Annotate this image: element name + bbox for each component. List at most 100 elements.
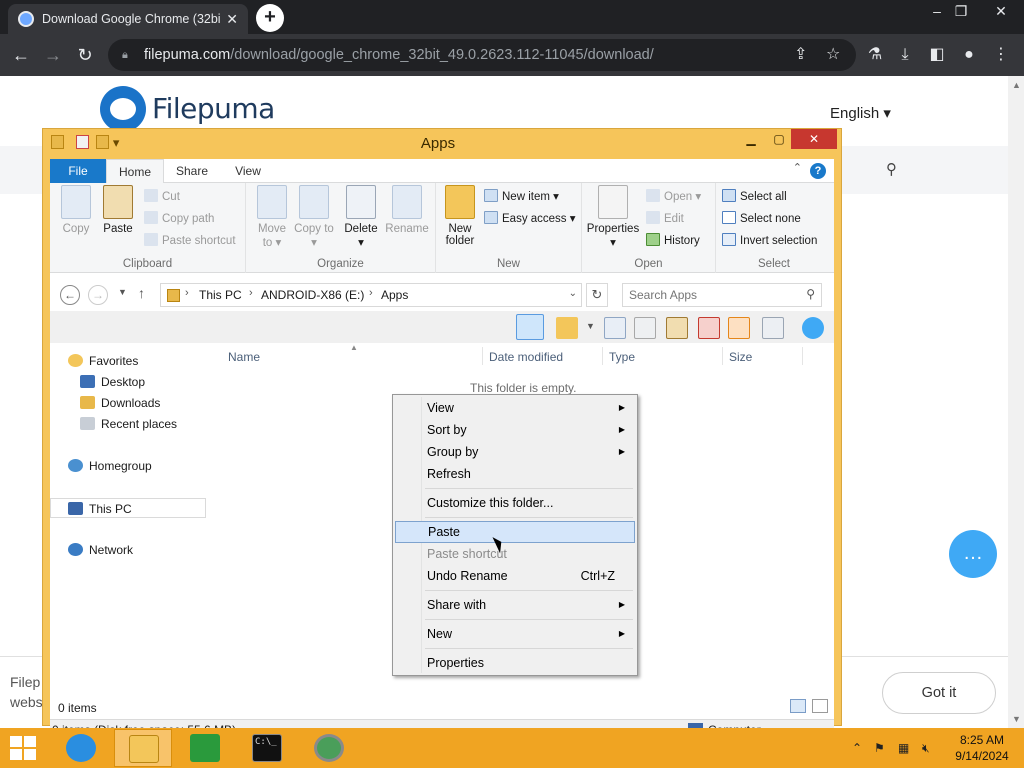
site-logo-text[interactable]: Filepuma bbox=[152, 92, 275, 125]
menu-item-customize-folder[interactable]: Customize this folder... bbox=[395, 492, 635, 514]
restore-icon[interactable]: ❐ bbox=[944, 0, 978, 22]
taskbar-internet-explorer[interactable] bbox=[52, 729, 110, 767]
column-separator[interactable] bbox=[482, 347, 483, 365]
nav-desktop[interactable]: Desktop bbox=[50, 372, 206, 392]
copy-to-button[interactable]: Copy to ▾ bbox=[294, 185, 334, 249]
nav-downloads[interactable]: Downloads bbox=[50, 393, 206, 413]
nav-favorites[interactable]: Favorites bbox=[50, 351, 206, 371]
forward-arrow-icon[interactable]: → bbox=[40, 42, 66, 68]
recent-locations-icon[interactable]: ▼ bbox=[118, 287, 127, 297]
delete-button[interactable]: Delete ▾ bbox=[340, 185, 382, 249]
copy-path-button[interactable]: Copy path bbox=[144, 209, 214, 229]
tab-file[interactable]: File bbox=[50, 159, 106, 183]
site-search-icon[interactable]: ⚲ bbox=[886, 160, 897, 178]
breadcrumb-separator-icon[interactable]: › bbox=[185, 287, 189, 299]
breadcrumb-separator-icon[interactable]: › bbox=[369, 287, 373, 299]
labs-flask-icon[interactable]: ⚗ bbox=[862, 42, 888, 68]
history-button[interactable]: History bbox=[646, 231, 700, 251]
taskbar-store[interactable] bbox=[176, 729, 234, 767]
breadcrumb-this-pc[interactable]: This PC bbox=[199, 288, 242, 302]
network-tray-icon[interactable]: ▦ bbox=[898, 728, 909, 768]
search-apps-box[interactable]: ⚲ bbox=[622, 283, 822, 307]
nav-homegroup[interactable]: Homegroup bbox=[50, 456, 206, 476]
invert-selection-button[interactable]: Invert selection bbox=[722, 231, 817, 251]
help-icon[interactable]: ? bbox=[810, 163, 826, 179]
open-button[interactable]: Open ▾ bbox=[646, 187, 701, 207]
tab-view[interactable]: View bbox=[220, 159, 276, 183]
menu-item-new[interactable]: New ▶ bbox=[395, 623, 635, 645]
copy-button[interactable]: Copy bbox=[56, 185, 96, 235]
new-folder-button[interactable]: New folder bbox=[442, 185, 478, 247]
search-apps-input[interactable] bbox=[629, 285, 799, 305]
side-panel-icon[interactable]: ◧ bbox=[924, 42, 950, 68]
language-selector[interactable]: English ▾ bbox=[830, 104, 891, 122]
start-windows-icon[interactable] bbox=[10, 736, 36, 760]
paste-button[interactable]: Paste bbox=[98, 185, 138, 235]
scroll-down-icon[interactable]: ▼ bbox=[1012, 714, 1021, 724]
bookmark-star-icon[interactable]: ☆ bbox=[826, 39, 840, 71]
search-magnifier-icon[interactable]: ⚲ bbox=[806, 287, 815, 301]
nav-recent-places[interactable]: Recent places bbox=[50, 414, 206, 434]
menu-kebab-icon[interactable]: ⋮ bbox=[988, 42, 1014, 68]
menu-item-sort-by[interactable]: Sort by ▶ bbox=[395, 419, 635, 441]
paste-shortcut-button[interactable]: Paste shortcut bbox=[144, 231, 236, 251]
share-icon[interactable]: ⇪ bbox=[794, 39, 807, 71]
properties-button[interactable]: Properties ▾ bbox=[584, 185, 642, 249]
reload-icon[interactable]: ↻ bbox=[72, 42, 98, 68]
up-arrow-icon[interactable]: ↑ bbox=[138, 285, 145, 301]
column-name[interactable]: Name bbox=[228, 347, 260, 367]
column-date-modified[interactable]: Date modified bbox=[489, 347, 563, 367]
page-scrollbar[interactable]: ▲ ▼ bbox=[1008, 76, 1024, 728]
nav-network[interactable]: Network bbox=[50, 540, 206, 560]
ribbon-collapse-icon[interactable]: ⌃ bbox=[793, 161, 802, 174]
checkmark-icon[interactable] bbox=[728, 317, 750, 339]
browser-tab[interactable]: Download Google Chrome (32bit ✕ bbox=[8, 4, 248, 34]
taskbar-chrome[interactable] bbox=[300, 729, 358, 767]
taskbar-command-prompt[interactable]: C:\_ bbox=[238, 729, 296, 767]
address-dropdown-icon[interactable]: ⌄ bbox=[569, 288, 577, 299]
chat-bubble-icon[interactable]: … bbox=[949, 530, 997, 578]
window-close-icon[interactable]: ✕ bbox=[984, 0, 1018, 22]
explorer-close-icon[interactable]: ✕ bbox=[791, 129, 837, 149]
explorer-address-box[interactable]: › This PC › ANDROID-X86 (E:) › Apps ⌄ bbox=[160, 283, 582, 307]
column-type[interactable]: Type bbox=[609, 347, 635, 367]
got-it-button[interactable]: Got it bbox=[882, 672, 996, 714]
show-hidden-icons-icon[interactable]: ⌃ bbox=[852, 728, 862, 768]
folder-options-dropdown-icon[interactable]: ▼ bbox=[586, 321, 595, 331]
tab-share[interactable]: Share bbox=[164, 159, 220, 183]
cut-button[interactable]: Cut bbox=[144, 187, 180, 207]
rename-button[interactable]: Rename bbox=[384, 185, 430, 235]
scroll-up-icon[interactable]: ▲ bbox=[1012, 80, 1021, 90]
explorer-back-icon[interactable]: ← bbox=[60, 285, 80, 305]
breadcrumb-separator-icon[interactable]: › bbox=[249, 287, 253, 299]
profile-avatar-icon[interactable]: ● bbox=[956, 42, 982, 68]
breadcrumb-drive[interactable]: ANDROID-X86 (E:) bbox=[261, 288, 364, 302]
explorer-minimize-icon[interactable]: ▁ bbox=[737, 129, 765, 149]
taskbar-file-explorer[interactable] bbox=[114, 729, 172, 767]
delete-red-x-icon[interactable] bbox=[698, 317, 720, 339]
breadcrumb-apps[interactable]: Apps bbox=[381, 288, 408, 302]
easy-access-button[interactable]: Easy access ▾ bbox=[484, 209, 576, 229]
download-icon[interactable]: ⤓ bbox=[892, 42, 918, 68]
menu-item-paste-shortcut[interactable]: Paste shortcut bbox=[395, 543, 635, 565]
taskbar-clock[interactable]: 8:25 AM 9/14/2024 bbox=[950, 732, 1014, 764]
explorer-refresh-icon[interactable]: ↻ bbox=[586, 283, 608, 307]
paste-icon[interactable] bbox=[666, 317, 688, 339]
tab-home[interactable]: Home bbox=[106, 159, 164, 183]
menu-item-share-with[interactable]: Share with ▶ bbox=[395, 594, 635, 616]
column-separator[interactable] bbox=[802, 347, 803, 365]
menu-item-refresh[interactable]: Refresh bbox=[395, 463, 635, 485]
large-icons-view-icon[interactable] bbox=[812, 699, 828, 713]
select-all-button[interactable]: Select all bbox=[722, 187, 787, 207]
menu-item-view[interactable]: View ▶ bbox=[395, 397, 635, 419]
menu-item-undo-rename[interactable]: Undo Rename Ctrl+Z bbox=[395, 565, 635, 587]
edit-button[interactable]: Edit bbox=[646, 209, 684, 229]
flag-icon[interactable]: ⚑ bbox=[874, 728, 885, 768]
volume-muted-icon[interactable]: 🔇︎ bbox=[922, 728, 930, 768]
details-view-icon[interactable] bbox=[790, 699, 806, 713]
menu-item-paste[interactable]: Paste bbox=[395, 521, 635, 543]
new-item-button[interactable]: New item ▾ bbox=[484, 187, 559, 207]
column-size[interactable]: Size bbox=[729, 347, 752, 367]
menu-item-group-by[interactable]: Group by ▶ bbox=[395, 441, 635, 463]
column-separator[interactable] bbox=[602, 347, 603, 365]
